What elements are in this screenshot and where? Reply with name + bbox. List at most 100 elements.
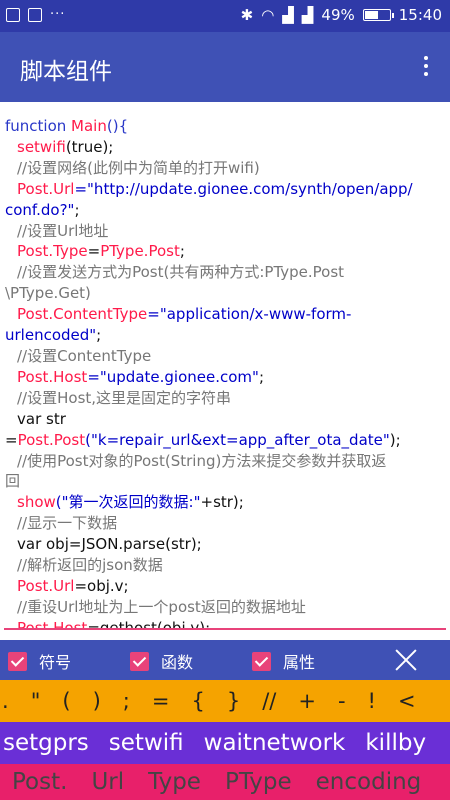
code-token: ; [74, 200, 80, 219]
property-key[interactable]: encoding [304, 769, 434, 795]
symbol-key[interactable]: + [287, 689, 327, 713]
code-token: //显示一下数据 [17, 514, 118, 533]
code-token: ("第一次返回的数据:" [55, 493, 201, 512]
checkbox-properties[interactable]: 属性 [252, 649, 315, 673]
symbol-key[interactable]: < [387, 689, 427, 713]
code-line: =Post.Post("k=repair_url&ext=app_after_o… [5, 430, 446, 451]
code-token: Post.Host [17, 618, 88, 628]
code-token: var obj=JSON.parse(str); [17, 535, 202, 554]
checkbox-icon [8, 651, 27, 671]
code-token: var str [17, 409, 66, 428]
code-line: Post.Url="http://update.gionee.com/synth… [5, 179, 446, 200]
symbol-key[interactable]: { [180, 689, 215, 713]
code-token: 回 [5, 472, 21, 491]
code-line: //显示一下数据 [5, 513, 446, 534]
function-key[interactable]: setgprs [0, 730, 99, 756]
notification-icon [6, 7, 20, 22]
bluetooth-icon: ✱ [240, 6, 254, 24]
symbol-key[interactable]: - [327, 689, 357, 713]
symbol-key[interactable]: " [20, 689, 52, 713]
signal-icon: ▟ [282, 6, 294, 24]
code-line: setwifi(true); [5, 137, 446, 158]
function-key[interactable]: waitnetwork [194, 730, 356, 756]
code-token: //重设Url地址为上一个post返回的数据地址 [17, 597, 306, 616]
code-token: ; [179, 242, 185, 261]
code-line: //设置发送方式为Post(共有两种方式:PType.Post [5, 262, 446, 283]
checkbox-icon [130, 651, 149, 671]
battery-icon [362, 9, 394, 21]
code-token: Post.Post [17, 430, 86, 449]
code-line: //使用Post对象的Post(String)方法来提交参数并获取返 [5, 451, 446, 472]
code-token: urlencoded" [5, 326, 97, 345]
code-token: =gethost(obj.v); [87, 618, 211, 628]
code-line: //重设Url地址为上一个post返回的数据地址 [5, 597, 446, 618]
code-token: //设置Host,这里是固定的字符串 [17, 388, 232, 407]
code-token: //设置网络(此例中为简单的打开wifi) [17, 158, 260, 177]
property-key[interactable]: Type [136, 769, 213, 795]
status-left: ··· [6, 7, 65, 22]
symbol-key[interactable]: = [141, 689, 181, 713]
code-token: conf.do?" [5, 200, 75, 219]
code-token: = [87, 242, 101, 261]
code-line: show("第一次返回的数据:"+str); [5, 492, 446, 513]
code-line: conf.do?"; [5, 200, 446, 221]
code-token: =obj.v; [74, 576, 129, 595]
code-token: Post.Url [17, 576, 75, 595]
checkbox-label: 符号 [39, 653, 72, 672]
code-token: ); [389, 430, 401, 449]
code-token: Post.Host [17, 367, 88, 386]
code-line: //设置Host,这里是固定的字符串 [5, 388, 446, 409]
code-token: \PType.Get) [5, 284, 91, 303]
code-token: ="application/x-www-form- [147, 305, 352, 324]
symbol-key[interactable]: } [216, 689, 251, 713]
battery-level [364, 11, 378, 19]
status-right: ✱ ◠ ▟ ▟ 49% 15:40 [241, 6, 442, 24]
code-editor[interactable]: function Main(){setwifi(true);//设置网络(此例中… [0, 102, 450, 628]
code-line: Post.Host="update.gionee.com"; [5, 367, 446, 388]
symbol-key[interactable]: ( [51, 689, 81, 713]
property-key[interactable]: Post. [0, 769, 79, 795]
app-bar: 脚本组件 [0, 32, 450, 102]
code-line: Post.Type=PType.Post; [5, 241, 446, 262]
code-token: +str); [200, 493, 244, 512]
code-token: = [5, 430, 18, 449]
code-token: show [17, 493, 56, 512]
code-token: ; [258, 367, 264, 386]
code-token: //设置发送方式为Post(共有两种方式:PType.Post [17, 263, 345, 282]
property-key[interactable]: PType [213, 769, 304, 795]
overflow-menu-icon[interactable] [414, 50, 438, 82]
symbol-key[interactable]: ) [82, 689, 112, 713]
clock: 15:40 [398, 6, 442, 24]
code-token: setwifi [17, 137, 66, 156]
code-token: ; [96, 326, 102, 345]
property-key[interactable]: Url [79, 769, 136, 795]
battery-percent: 49% [321, 6, 355, 24]
code-line: var obj=JSON.parse(str); [5, 534, 446, 555]
signal2-icon: ▟ [301, 6, 314, 24]
status-bar: ··· ✱ ◠ ▟ ▟ 49% 15:40 [0, 0, 450, 32]
code-token: (){ [106, 117, 129, 135]
code-line: Post.ContentType="application/x-www-form… [5, 304, 446, 325]
function-key[interactable]: setwifi [99, 730, 194, 756]
code-line: //解析返回的json数据 [5, 555, 446, 576]
symbol-key[interactable]: ; [112, 689, 141, 713]
function-key[interactable]: killby [355, 730, 436, 756]
symbol-key[interactable]: ! [357, 689, 387, 713]
checkbox-functions[interactable]: 函数 [130, 649, 193, 673]
code-token: ="http://update.gionee.com/synth/open/ap… [74, 179, 413, 198]
code-token: //解析返回的json数据 [17, 556, 163, 575]
filter-bar: 符号 函数 属性 [0, 640, 450, 680]
code-token: Post.ContentType [17, 305, 148, 324]
image-icon [28, 7, 42, 22]
symbol-key[interactable]: . [0, 689, 20, 713]
code-token: //设置Url地址 [17, 221, 109, 240]
code-line: //设置Url地址 [5, 221, 446, 242]
code-token: function [5, 117, 72, 135]
checkbox-symbols[interactable]: 符号 [8, 649, 71, 673]
symbol-key[interactable]: // [251, 689, 287, 713]
code-line: 回 [5, 471, 446, 492]
code-token: ("k=repair_url&ext=app_after_ota_date" [85, 430, 390, 449]
close-icon[interactable] [392, 646, 420, 674]
code-token: //使用Post对象的Post(String)方法来提交参数并获取返 [17, 451, 387, 470]
code-line: //设置网络(此例中为简单的打开wifi) [5, 158, 446, 179]
